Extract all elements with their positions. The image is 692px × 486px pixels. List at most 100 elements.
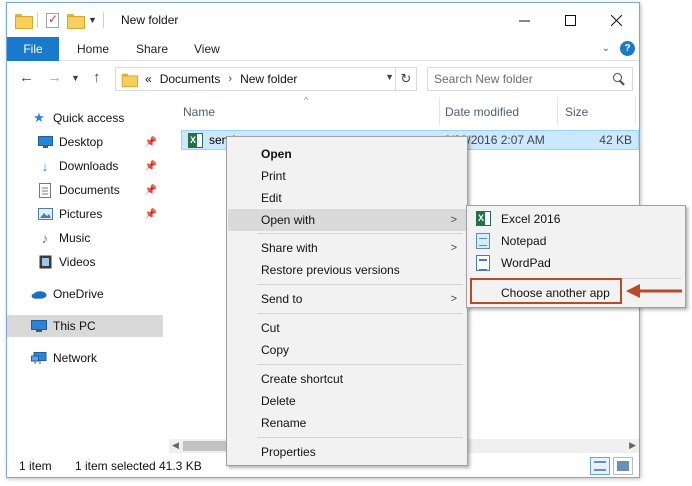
column-header-size[interactable]: Size	[565, 101, 588, 123]
sidebar-item-music[interactable]: ♪ Music	[7, 227, 163, 249]
wordpad-icon	[476, 255, 490, 271]
notepad-icon	[476, 233, 490, 249]
breadcrumb-documents[interactable]: Documents	[160, 72, 221, 86]
sidebar-item-label: Pictures	[59, 207, 103, 221]
menu-separator	[257, 284, 463, 285]
menu-item-share-with[interactable]: Share with >	[228, 237, 466, 259]
back-arrow-icon[interactable]: ←	[19, 69, 34, 86]
column-divider[interactable]	[557, 97, 558, 125]
menu-item-cut[interactable]: Cut	[228, 317, 466, 339]
menu-item-create-shortcut[interactable]: Create shortcut	[228, 368, 466, 390]
callout-arrow-icon	[626, 284, 682, 298]
context-menu: Open Print Edit Open with > Share with >…	[226, 136, 468, 466]
sidebar-item-documents[interactable]: Documents 📌	[7, 179, 163, 201]
menu-item-delete[interactable]: Delete	[228, 390, 466, 412]
column-divider[interactable]	[635, 97, 636, 125]
sidebar-item-this-pc[interactable]: This PC	[7, 315, 163, 337]
breadcrumb: « Documents › New folder	[145, 72, 305, 86]
breadcrumb-new-folder[interactable]: New folder	[240, 72, 297, 86]
chevron-right-icon: >	[450, 214, 457, 226]
new-folder-icon[interactable]	[67, 13, 85, 29]
ribbon-controls: ⌄ ?	[602, 41, 635, 56]
pin-icon[interactable]: 📌	[145, 185, 157, 196]
music-icon: ♪	[41, 230, 49, 246]
large-icons-view-button[interactable]	[613, 457, 633, 475]
maximize-button[interactable]	[547, 3, 593, 37]
sidebar-item-network[interactable]: Network	[7, 347, 163, 369]
submenu-item-notepad[interactable]: Notepad	[468, 230, 684, 252]
status-selected: 1 item selected	[75, 459, 156, 473]
details-view-icon	[594, 461, 606, 471]
menu-item-print[interactable]: Print	[228, 165, 466, 187]
navigation-pane: ★ Quick access Desktop 📌 ↓ Downloads 📌 D…	[7, 97, 163, 452]
sidebar-item-quick-access[interactable]: ★ Quick access	[7, 107, 163, 129]
menu-item-rename[interactable]: Rename	[228, 412, 466, 434]
refresh-icon[interactable]: ↻	[395, 68, 416, 90]
menu-separator	[257, 437, 463, 438]
sidebar-item-onedrive[interactable]: OneDrive	[7, 283, 163, 305]
sidebar-item-pictures[interactable]: Pictures 📌	[7, 203, 163, 225]
menu-item-open-with[interactable]: Open with >	[228, 209, 466, 231]
maximize-icon	[564, 14, 576, 26]
menu-item-properties[interactable]: Properties	[228, 441, 466, 463]
column-divider[interactable]	[439, 97, 440, 125]
address-bar[interactable]: « Documents › New folder ▼ ↻	[115, 67, 417, 91]
sidebar-item-label: Quick access	[53, 111, 125, 125]
up-arrow-icon[interactable]: ↑	[93, 69, 101, 86]
tab-share[interactable]: Share	[136, 37, 168, 61]
tab-file[interactable]: File	[7, 37, 59, 61]
close-button[interactable]	[593, 3, 639, 37]
tab-view[interactable]: View	[194, 37, 220, 61]
tab-home[interactable]: Home	[77, 37, 109, 61]
menu-item-restore-previous-versions[interactable]: Restore previous versions	[228, 259, 466, 281]
status-size: 41.3 KB	[159, 459, 202, 473]
menu-item-label: Send to	[261, 292, 303, 306]
navigation-bar: ← → ▼ ↑ « Documents › New folder ▼ ↻ Sea…	[7, 61, 639, 97]
expand-ribbon-icon[interactable]: ⌄	[602, 43, 610, 54]
folder-icon	[121, 73, 138, 87]
window-title: New folder	[121, 13, 179, 27]
menu-item-send-to[interactable]: Send to >	[228, 288, 466, 310]
sidebar-item-label: OneDrive	[53, 287, 104, 301]
pin-icon[interactable]: 📌	[145, 209, 157, 220]
excel-icon	[476, 211, 491, 226]
ribbon-tabs: File Home Share View ⌄ ?	[7, 37, 639, 61]
window-controls	[501, 3, 639, 37]
picture-icon	[37, 206, 53, 222]
minimize-button[interactable]	[501, 3, 547, 37]
search-input[interactable]: Search New folder	[427, 67, 633, 91]
menu-item-copy[interactable]: Copy	[228, 339, 466, 361]
forward-arrow-icon[interactable]: →	[47, 69, 62, 86]
column-header-date[interactable]: Date modified	[445, 101, 519, 123]
menu-separator	[257, 233, 463, 234]
customize-toolbar-icon[interactable]: ▼	[88, 15, 97, 25]
search-placeholder: Search New folder	[434, 72, 533, 86]
search-icon	[612, 72, 626, 86]
video-icon	[37, 254, 53, 270]
menu-separator	[257, 364, 463, 365]
network-icon	[31, 350, 47, 366]
recent-locations-icon[interactable]: ▼	[71, 73, 80, 83]
help-icon[interactable]: ?	[620, 41, 635, 56]
column-header-name[interactable]: Name	[183, 101, 215, 123]
submenu-item-excel[interactable]: Excel 2016	[468, 208, 684, 230]
details-view-button[interactable]	[590, 457, 610, 475]
scroll-right-icon[interactable]: ▶	[629, 440, 636, 451]
status-item-count: 1 item	[19, 459, 52, 473]
sidebar-item-downloads[interactable]: ↓ Downloads 📌	[7, 155, 163, 177]
sidebar-item-desktop[interactable]: Desktop 📌	[7, 131, 163, 153]
pin-icon[interactable]: 📌	[145, 161, 157, 172]
scroll-left-icon[interactable]: ◀	[172, 440, 179, 451]
submenu-item-label: WordPad	[501, 256, 551, 270]
breadcrumb-overflow[interactable]: «	[145, 72, 152, 86]
properties-icon[interactable]	[46, 12, 59, 28]
cloud-icon	[31, 286, 47, 302]
menu-item-edit[interactable]: Edit	[228, 187, 466, 209]
pin-icon[interactable]: 📌	[145, 137, 157, 148]
menu-item-open[interactable]: Open	[228, 143, 466, 165]
address-dropdown-icon[interactable]: ▼	[385, 72, 394, 82]
chevron-right-icon[interactable]: ›	[228, 73, 232, 85]
submenu-item-wordpad[interactable]: WordPad	[468, 252, 684, 274]
sidebar-item-videos[interactable]: Videos	[7, 251, 163, 273]
minimize-icon	[518, 20, 530, 21]
